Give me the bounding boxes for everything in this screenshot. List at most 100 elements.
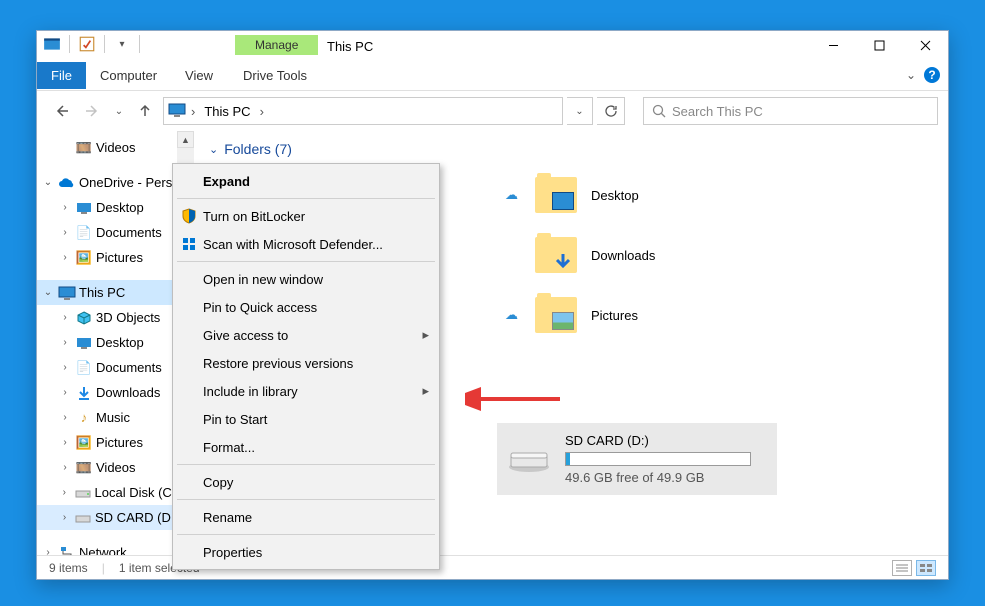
address-history-button[interactable]: ⌄ (567, 97, 593, 125)
recent-locations-button[interactable]: ⌄ (111, 97, 127, 125)
search-box[interactable] (643, 97, 938, 125)
menu-give-access-to[interactable]: Give access to▸ (175, 321, 437, 349)
sidebar-item-local-disk[interactable]: ›Local Disk (C:) (37, 480, 177, 505)
expand-icon[interactable]: › (58, 312, 72, 323)
this-pc-address-icon (168, 103, 186, 120)
menu-pin-to-start[interactable]: Pin to Start (175, 405, 437, 433)
drive-icon (74, 509, 92, 527)
refresh-button[interactable] (597, 97, 625, 125)
sidebar-item-onedrive-desktop[interactable]: ›Desktop (37, 195, 177, 220)
folder-pictures[interactable]: ☁ Pictures (497, 287, 927, 343)
tab-computer[interactable]: Computer (86, 62, 171, 89)
details-view-button[interactable] (892, 560, 912, 576)
videos-icon: 🎞️ (75, 459, 93, 477)
menu-open-new-window[interactable]: Open in new window (175, 265, 437, 293)
menu-bitlocker[interactable]: Turn on BitLocker (175, 202, 437, 230)
scroll-up-button[interactable]: ▲ (177, 131, 194, 148)
folder-label: Desktop (591, 188, 639, 203)
forward-button[interactable] (79, 97, 107, 125)
videos-icon: 🎞️ (75, 139, 93, 157)
close-button[interactable] (902, 31, 948, 59)
expand-icon[interactable]: › (58, 252, 72, 263)
folders-group-header[interactable]: ⌄ Folders (7) (209, 141, 292, 157)
window-title: This PC (327, 39, 373, 54)
sidebar-item-3d-objects[interactable]: ›3D Objects (37, 305, 177, 330)
menu-properties[interactable]: Properties (175, 538, 437, 566)
expand-icon[interactable]: › (58, 437, 72, 448)
menu-rename[interactable]: Rename (175, 503, 437, 531)
expand-icon[interactable]: › (58, 387, 72, 398)
collapse-icon[interactable]: ⌄ (41, 287, 55, 298)
sidebar-item-pc-pictures[interactable]: ›🖼️Pictures (37, 430, 177, 455)
sidebar-item-pc-downloads[interactable]: ›Downloads (37, 380, 177, 405)
sidebar-item-videos[interactable]: 🎞️Videos (37, 135, 177, 160)
menu-expand[interactable]: Expand (175, 167, 437, 195)
drive-sd-card[interactable]: SD CARD (D:) 49.6 GB free of 49.9 GB (497, 423, 777, 495)
breadcrumb-this-pc[interactable]: This PC (200, 102, 254, 121)
folder-items: ☁ Desktop Downloads ☁ Pictures (497, 167, 927, 347)
sidebar-item-pc-music[interactable]: ›♪Music (37, 405, 177, 430)
expand-icon[interactable]: › (41, 547, 55, 555)
window-controls (810, 31, 948, 59)
sidebar-item-network[interactable]: ›Network (37, 540, 177, 555)
tab-view[interactable]: View (171, 62, 227, 89)
documents-icon: 📄 (75, 359, 93, 377)
expand-icon[interactable]: › (58, 227, 72, 238)
ribbon-expand-icon[interactable]: ⌄ (906, 68, 916, 82)
folder-downloads[interactable]: Downloads (497, 227, 927, 283)
sidebar-item-onedrive[interactable]: ⌄OneDrive - Pers (37, 170, 177, 195)
expand-icon[interactable]: › (58, 362, 72, 373)
navigation-bar: ⌄ This PC ⌄ (37, 91, 948, 131)
collapse-icon[interactable]: ⌄ (41, 177, 55, 188)
disk-icon (74, 484, 91, 502)
quick-access-toolbar: ▾ (37, 31, 150, 57)
folder-desktop[interactable]: ☁ Desktop (497, 167, 927, 223)
menu-include-in-library[interactable]: Include in library▸ (175, 377, 437, 405)
drive-info: SD CARD (D:) 49.6 GB free of 49.9 GB (565, 433, 767, 485)
search-input[interactable] (672, 104, 929, 119)
qat-dropdown-icon[interactable]: ▾ (113, 35, 131, 53)
folder-icon (535, 297, 577, 333)
expand-icon[interactable]: › (58, 462, 72, 473)
sidebar-item-pc-documents[interactable]: ›📄Documents (37, 355, 177, 380)
address-bar[interactable]: This PC (163, 97, 563, 125)
sidebar-item-onedrive-pictures[interactable]: ›🖼️Pictures (37, 245, 177, 270)
expand-icon[interactable]: › (58, 337, 72, 348)
search-icon (652, 104, 666, 118)
sidebar-item-pc-videos[interactable]: ›🎞️Videos (37, 455, 177, 480)
folder-icon (535, 237, 577, 273)
menu-copy[interactable]: Copy (175, 468, 437, 496)
sidebar-item-pc-desktop[interactable]: ›Desktop (37, 330, 177, 355)
desktop-icon (75, 199, 93, 217)
onedrive-icon (58, 174, 76, 192)
menu-format[interactable]: Format... (175, 433, 437, 461)
menu-pin-quick-access[interactable]: Pin to Quick access (175, 293, 437, 321)
sidebar-item-sd-card[interactable]: ›SD CARD (D:) (37, 505, 177, 530)
sidebar-item-this-pc[interactable]: ⌄This PC (37, 280, 177, 305)
menu-defender-scan[interactable]: Scan with Microsoft Defender... (175, 230, 437, 258)
properties-qat-icon[interactable] (78, 35, 96, 53)
breadcrumb-separator[interactable] (190, 104, 196, 119)
large-icons-view-button[interactable] (916, 560, 936, 576)
sidebar-item-onedrive-documents[interactable]: ›📄Documents (37, 220, 177, 245)
maximize-button[interactable] (856, 31, 902, 59)
breadcrumb-separator[interactable] (259, 104, 265, 119)
tab-drive-tools[interactable]: Drive Tools (229, 62, 321, 89)
pictures-icon: 🖼️ (75, 249, 93, 267)
drive-free-text: 49.6 GB free of 49.9 GB (565, 470, 767, 485)
help-icon[interactable]: ? (924, 67, 940, 83)
separator (104, 35, 105, 53)
folders-group-label: Folders (7) (224, 141, 292, 157)
expand-icon[interactable]: › (58, 202, 72, 213)
expand-icon[interactable]: › (58, 512, 72, 523)
minimize-button[interactable] (810, 31, 856, 59)
expand-icon[interactable]: › (58, 487, 72, 498)
up-button[interactable] (131, 97, 159, 125)
back-button[interactable] (47, 97, 75, 125)
contextual-tab-group: Manage (235, 35, 318, 55)
contextual-tab-header: Manage (235, 35, 318, 55)
navigation-pane[interactable]: 🎞️Videos ⌄OneDrive - Pers ›Desktop ›📄Doc… (37, 131, 177, 555)
menu-restore-previous[interactable]: Restore previous versions (175, 349, 437, 377)
expand-icon[interactable]: › (58, 412, 72, 423)
tab-file[interactable]: File (37, 62, 86, 89)
